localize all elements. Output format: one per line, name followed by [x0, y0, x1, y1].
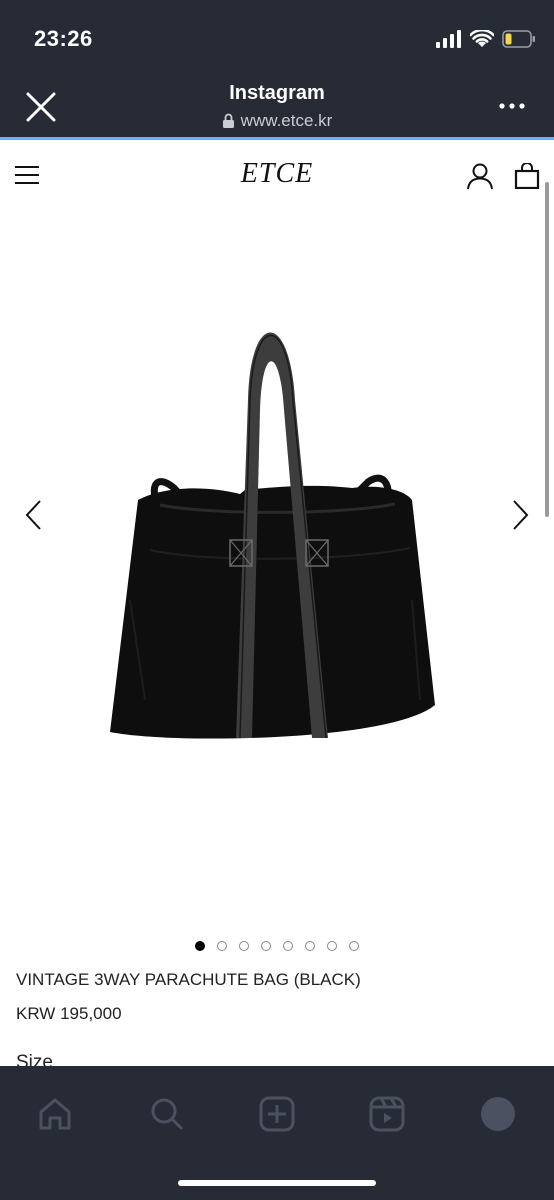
product-name: VINTAGE 3WAY PARACHUTE BAG (BLACK) — [16, 970, 361, 989]
carousel-dot[interactable] — [327, 941, 337, 951]
carousel-dot[interactable] — [195, 941, 205, 951]
wifi-icon — [470, 30, 494, 47]
carousel-prev-icon[interactable] — [22, 498, 46, 532]
browser-url: www.etce.kr — [240, 111, 333, 130]
scrollbar[interactable] — [545, 182, 549, 517]
url-row[interactable]: www.etce.kr — [0, 111, 554, 131]
carousel-dot[interactable] — [239, 941, 249, 951]
signal-icon — [436, 30, 461, 48]
create-icon[interactable] — [257, 1094, 297, 1134]
status-icons — [436, 30, 536, 48]
carousel-dot[interactable] — [217, 941, 227, 951]
home-icon[interactable] — [35, 1094, 75, 1134]
browser-title-area: Instagram www.etce.kr — [0, 82, 554, 131]
carousel-dots — [0, 941, 554, 951]
status-time: 23:26 — [34, 26, 93, 51]
reels-icon[interactable] — [367, 1094, 407, 1134]
user-icon[interactable] — [466, 162, 494, 190]
browser-title: Instagram — [229, 82, 325, 104]
more-icon[interactable] — [498, 96, 526, 116]
carousel-dot[interactable] — [283, 941, 293, 951]
home-indicator — [178, 1180, 376, 1186]
shopping-bag-icon[interactable] — [514, 163, 540, 189]
product-image — [110, 332, 435, 739]
battery-icon — [502, 30, 535, 48]
carousel-dot[interactable] — [349, 941, 359, 951]
search-icon[interactable] — [146, 1094, 186, 1134]
lock-icon — [222, 113, 234, 128]
carousel-dot[interactable] — [305, 941, 315, 951]
carousel-dot[interactable] — [261, 941, 271, 951]
profile-icon[interactable] — [478, 1094, 518, 1134]
product-price: KRW 195,000 — [16, 1004, 122, 1023]
carousel-next-icon[interactable] — [508, 498, 532, 532]
browser-chrome: 23:26 Instagram www.etce.kr — [0, 0, 554, 140]
